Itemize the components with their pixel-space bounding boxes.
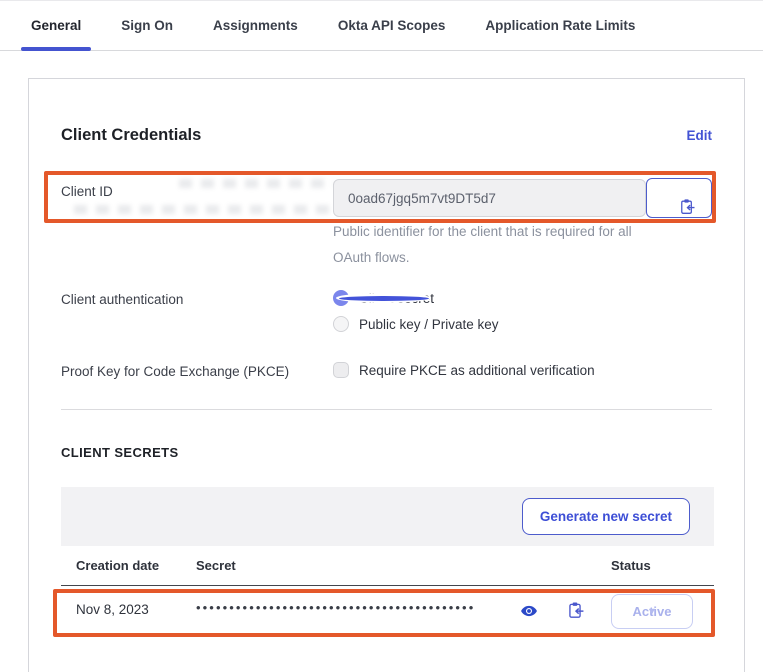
pkce-option: Require PKCE as additional verification: [333, 362, 595, 378]
radio-client-secret[interactable]: [333, 290, 349, 306]
copy-secret-button[interactable]: [567, 601, 585, 619]
client-id-label: Client ID: [61, 184, 113, 199]
tab-assignments[interactable]: Assignments: [210, 1, 301, 50]
tab-sign-on[interactable]: Sign On: [118, 1, 176, 50]
client-secrets-toolbar: Generate new secret: [61, 487, 714, 546]
client-authentication-label: Client authentication: [61, 292, 183, 307]
okta-app-settings-page: General Sign On Assignments Okta API Sco…: [0, 0, 763, 672]
redaction-blur-artifact: [119, 177, 334, 219]
secrets-table-header: Creation date Secret Status: [61, 546, 714, 586]
column-header-status: Status: [611, 558, 651, 573]
client-credentials-card: Client Credentials Edit Client ID 0oad67…: [28, 78, 745, 672]
table-row: Nov 8, 2023 ••••••••••••••••••••••••••••…: [61, 586, 714, 636]
client-secrets-title: CLIENT SECRETS: [61, 445, 179, 460]
pkce-label: Proof Key for Code Exchange (PKCE): [61, 364, 289, 379]
copy-client-id-button[interactable]: [646, 178, 712, 218]
edit-link[interactable]: Edit: [687, 128, 713, 143]
app-tab-bar: General Sign On Assignments Okta API Sco…: [0, 1, 763, 51]
tab-okta-api-scopes[interactable]: Okta API Scopes: [335, 1, 449, 50]
client-id-help-text: Public identifier for the client that is…: [333, 219, 665, 271]
radio-option-client-secret: Client secret: [333, 290, 434, 306]
generate-new-secret-button[interactable]: Generate new secret: [522, 498, 690, 535]
status-dropdown-button[interactable]: Active ▾: [611, 594, 693, 629]
radio-public-private-key[interactable]: [333, 316, 349, 332]
secret-creation-date: Nov 8, 2023: [76, 602, 149, 617]
masked-secret-value: ••••••••••••••••••••••••••••••••••••••••…: [196, 600, 514, 615]
reveal-secret-button[interactable]: [520, 602, 538, 620]
client-credentials-title: Client Credentials: [61, 126, 201, 145]
pkce-option-label: Require PKCE as additional verification: [359, 363, 595, 378]
column-header-secret: Secret: [196, 558, 236, 573]
client-id-field[interactable]: 0oad67jgq5m7vt9DT5d7: [333, 179, 646, 217]
radio-option-public-private-key: Public key / Private key: [333, 316, 499, 332]
chevron-down-icon: ▾: [649, 606, 654, 617]
column-header-creation-date: Creation date: [76, 558, 159, 573]
tab-application-rate-limits[interactable]: Application Rate Limits: [482, 1, 638, 50]
pkce-checkbox[interactable]: [333, 362, 349, 378]
section-divider: [61, 409, 712, 410]
tab-general[interactable]: General: [28, 1, 84, 50]
radio-public-private-key-label: Public key / Private key: [359, 317, 499, 332]
